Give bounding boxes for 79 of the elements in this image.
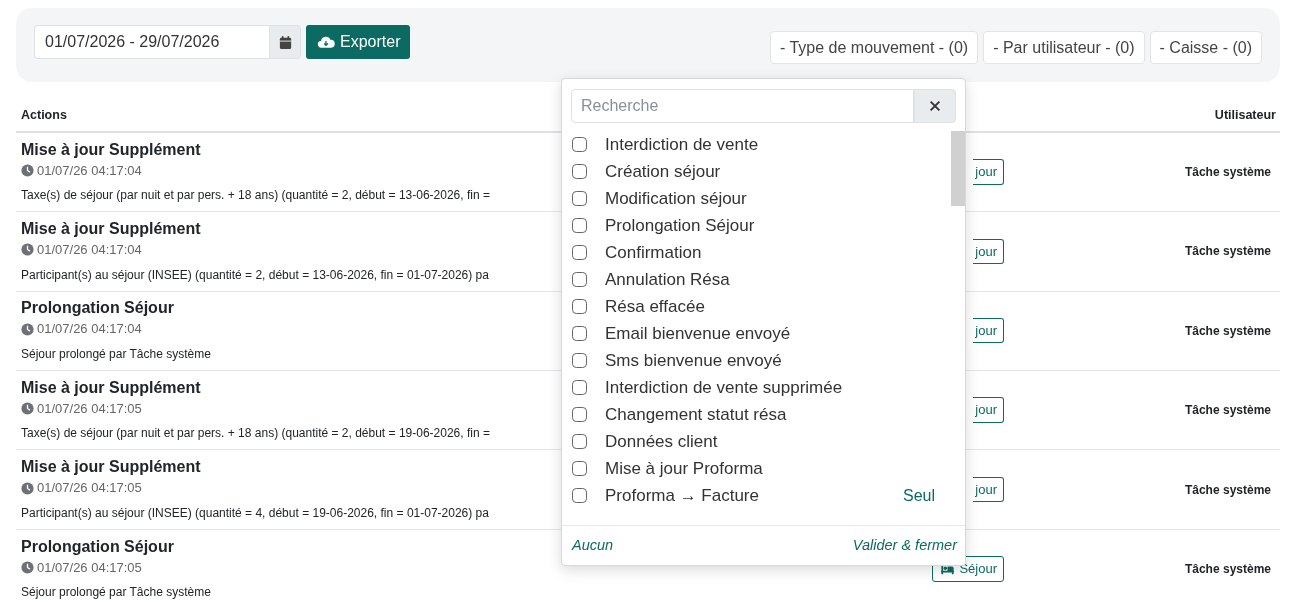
timestamp: 01/07/26 04:17:05 xyxy=(37,399,142,418)
option-label[interactable]: Interdiction de vente supprimée xyxy=(605,374,843,401)
action-title: Mise à jour Supplément xyxy=(21,139,201,160)
scrollbar-thumb[interactable] xyxy=(951,131,965,206)
action-detail: Participant(s) au séjour (INSEE) (quantité = 4, début = 19-06-2026, fin = 01-07-2026) pa xyxy=(21,504,489,522)
user-name: Tâche système xyxy=(1184,164,1271,179)
timestamp: 01/07/26 04:17:05 xyxy=(37,479,142,498)
calendar-button[interactable] xyxy=(269,25,301,59)
checkbox[interactable] xyxy=(572,218,587,233)
option-label[interactable]: Données client xyxy=(605,428,718,455)
timestamp: 01/07/26 04:17:04 xyxy=(37,320,142,339)
checkbox[interactable] xyxy=(572,164,587,179)
action-title: Mise à jour Supplément xyxy=(21,219,201,240)
user-name: Tâche système xyxy=(1184,323,1271,338)
calendar-icon xyxy=(277,34,293,50)
clock-icon xyxy=(21,481,34,495)
action-detail: Taxe(s) de séjour (par nuit et par pers. + 18 ans) (quantité = 2, début = 19-06-2026, fin = xyxy=(21,425,490,443)
only-link[interactable]: Seul xyxy=(902,483,935,508)
checkbox[interactable] xyxy=(572,137,587,152)
user-name: Tâche système xyxy=(1184,403,1271,418)
none-link[interactable]: Aucun xyxy=(572,534,614,557)
checkbox[interactable] xyxy=(572,407,587,422)
checkbox[interactable] xyxy=(572,461,587,476)
date-range-field[interactable]: 01/07/2026 - 29/07/2026 xyxy=(34,25,269,59)
option-label[interactable]: Confirmation xyxy=(605,239,702,266)
action-title: Prolongation Séjour xyxy=(21,536,174,557)
option-label[interactable]: Annulation Résa xyxy=(605,266,730,293)
action-title: Mise à jour Supplément xyxy=(21,377,201,398)
stay-button[interactable]: jour xyxy=(973,317,1004,344)
clear-button[interactable] xyxy=(914,89,956,123)
option-label[interactable]: Email bienvenue envoyé xyxy=(605,320,791,347)
action-detail: Taxe(s) de séjour (par nuit et par pers. + 18 ans) (quantité = 2, début = 13-06-2026, fin = xyxy=(21,187,490,205)
action-detail: Séjour prolongé par Tâche système xyxy=(21,345,211,363)
user-name: Tâche système xyxy=(1184,561,1271,576)
checkbox[interactable] xyxy=(572,434,587,449)
stay-button[interactable]: jour xyxy=(973,397,1004,423)
close-icon xyxy=(928,99,942,113)
clock-icon xyxy=(21,560,34,574)
checkbox[interactable] xyxy=(572,191,587,206)
column-header: Actions xyxy=(21,107,67,124)
checkbox[interactable] xyxy=(572,353,587,368)
clock-icon xyxy=(21,402,34,416)
action-title: Mise à jour Supplément xyxy=(21,457,201,478)
option-label[interactable]: Prolongation Séjour xyxy=(605,212,755,239)
column-header: Utilisateur xyxy=(1214,107,1276,124)
checkbox[interactable] xyxy=(572,380,587,395)
filter-dropdown[interactable]: - Caisse - (0) xyxy=(1149,31,1262,64)
clock-icon xyxy=(21,163,34,177)
option-label[interactable]: Proforma → Facture xyxy=(605,482,759,509)
option-label[interactable]: Sms bienvenue envoyé xyxy=(605,347,782,374)
stay-button[interactable]: jour xyxy=(973,159,1004,185)
checkbox[interactable] xyxy=(572,272,587,287)
checkbox[interactable] xyxy=(572,488,587,503)
action-detail: Séjour prolongé par Tâche système xyxy=(21,584,211,602)
action-detail: Participant(s) au séjour (INSEE) (quantité = 2, début = 13-06-2026, fin = 01-07-2026) pa xyxy=(21,266,489,284)
checkbox[interactable] xyxy=(572,299,587,314)
user-name: Tâche système xyxy=(1184,244,1271,259)
stay-button[interactable]: jour xyxy=(973,238,1004,265)
option-label[interactable]: Mise à jour Proforma xyxy=(605,455,763,482)
timestamp: 01/07/26 04:17:04 xyxy=(37,241,142,260)
filter-dropdown[interactable]: - Type de mouvement - (0) xyxy=(769,31,979,64)
validate-close-link[interactable]: Valider & fermer xyxy=(852,534,957,557)
option-label[interactable]: Création séjour xyxy=(605,158,721,185)
timestamp: 01/07/26 04:17:04 xyxy=(37,161,142,180)
checkbox[interactable] xyxy=(572,245,587,260)
clock-icon xyxy=(21,322,34,336)
filter-dropdown[interactable]: - Par utilisateur - (0) xyxy=(983,31,1145,64)
user-name: Tâche système xyxy=(1184,482,1271,497)
checkbox[interactable] xyxy=(572,326,587,341)
stay-button[interactable]: jour xyxy=(973,476,1004,503)
timestamp: 01/07/26 04:17:05 xyxy=(37,558,142,577)
option-label[interactable]: Changement statut résa xyxy=(605,401,787,428)
option-label[interactable]: Modification séjour xyxy=(605,185,747,212)
option-label[interactable]: Interdiction de vente xyxy=(605,131,759,158)
action-title: Prolongation Séjour xyxy=(21,298,174,319)
search-field[interactable]: Recherche xyxy=(571,89,914,123)
export-button[interactable]: Exporter xyxy=(306,25,411,59)
clock-icon xyxy=(21,243,34,257)
option-label[interactable]: Résa effacée xyxy=(605,293,705,320)
